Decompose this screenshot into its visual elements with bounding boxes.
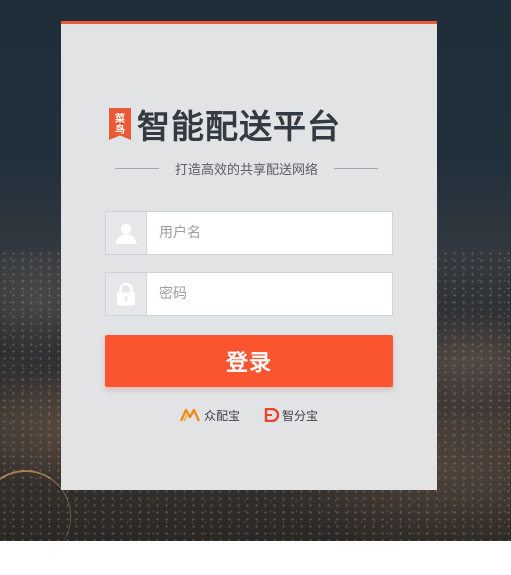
tagline-divider-right — [334, 167, 378, 169]
tagline-row: 打造高效的共享配送网络 — [105, 158, 388, 178]
cainiao-badge-icon: 菜 鸟 — [109, 108, 131, 140]
zhongpeibao-logo-icon — [179, 408, 201, 422]
partner-links: 众配宝 智分宝 — [61, 405, 437, 425]
tagline-divider-left — [114, 167, 159, 169]
brand-title: 智能配送平台 — [137, 107, 341, 146]
brand-logo: 菜 鸟 智能配送平台 — [109, 104, 341, 146]
badge-bottom-char: 鸟 — [115, 125, 125, 136]
tagline: 打造高效的共享配送网络 — [174, 162, 318, 178]
zhifenbao-logo-icon — [264, 408, 280, 422]
badge-top-char: 菜 — [115, 114, 125, 125]
username-input[interactable] — [147, 212, 392, 254]
login-button[interactable]: 登录 — [105, 335, 393, 387]
partner-link-zhongpeibao[interactable]: 众配宝 — [179, 407, 240, 424]
password-input[interactable] — [147, 273, 392, 315]
partner-label-zhongpeibao: 众配宝 — [203, 408, 240, 423]
login-panel: 菜 鸟 智能配送平台 打造高效的共享配送网络 登录 — [61, 21, 437, 490]
username-field — [105, 211, 393, 255]
password-field — [105, 272, 393, 316]
partner-label-zhifenbao: 智分宝 — [282, 408, 319, 423]
user-icon — [106, 212, 147, 254]
lock-icon — [106, 273, 147, 315]
partner-link-zhifenbao[interactable]: 智分宝 — [264, 407, 318, 424]
